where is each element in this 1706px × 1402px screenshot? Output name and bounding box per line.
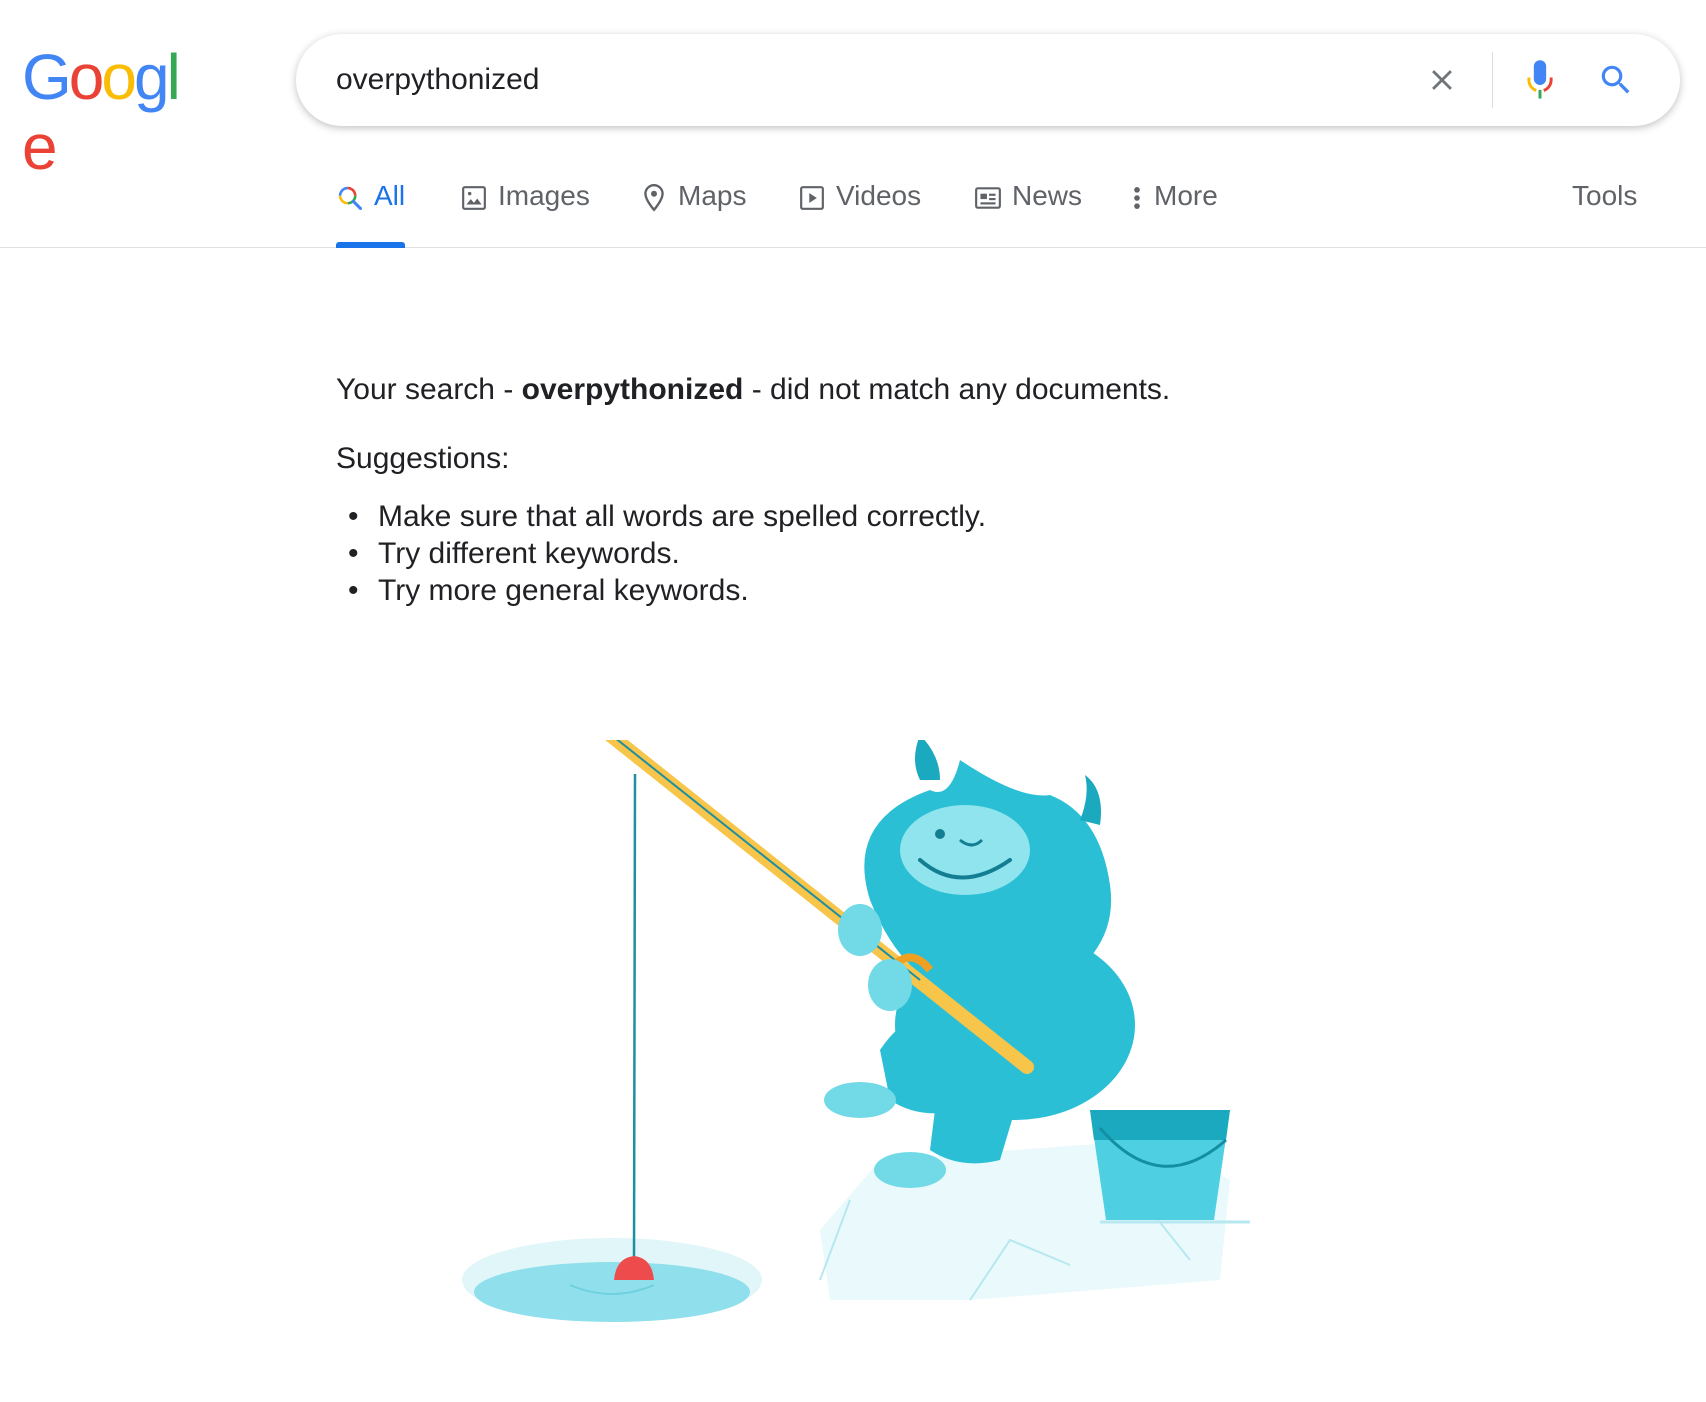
magnifier-icon xyxy=(1601,65,1630,94)
close-icon xyxy=(1432,70,1452,90)
tab-videos[interactable]: Videos xyxy=(798,180,921,248)
play-icon xyxy=(798,182,826,214)
newspaper-icon xyxy=(974,182,1002,214)
logo-letter: o xyxy=(68,41,105,113)
tab-label: Videos xyxy=(836,180,922,211)
tools-button[interactable]: Tools xyxy=(1572,180,1637,212)
tab-images[interactable]: Images xyxy=(460,180,590,248)
no-results-query: overpythonized xyxy=(521,373,744,406)
tab-label: More xyxy=(1154,180,1218,211)
search-box xyxy=(296,34,1680,126)
tab-all[interactable]: All xyxy=(336,180,406,248)
logo-letter: o xyxy=(101,41,137,113)
clear-search-button[interactable] xyxy=(1414,52,1470,108)
map-pin-icon xyxy=(640,182,668,214)
fishing-yeti-illustration xyxy=(462,740,1250,1322)
image-icon xyxy=(460,182,488,214)
tab-label: Images xyxy=(498,180,590,211)
tab-maps[interactable]: Maps xyxy=(640,180,746,248)
no-results-message: Your search - overpythonized - did not m… xyxy=(336,370,1436,409)
suggestions-list: Make sure that all words are spelled cor… xyxy=(336,498,1436,609)
search-submit-button[interactable] xyxy=(1588,52,1644,108)
tab-label: All xyxy=(374,180,406,211)
search-divider xyxy=(1492,52,1493,108)
search-input[interactable] xyxy=(336,34,1376,126)
no-results-panel: Your search - overpythonized - did not m… xyxy=(336,370,1436,609)
search-tabs: All Images Maps Videos News More Tools xyxy=(0,160,1706,248)
tab-news[interactable]: News xyxy=(974,180,1082,248)
yeti-face xyxy=(900,805,1030,895)
suggestion-item: Try more general keywords. xyxy=(336,572,1436,609)
logo-letter: g xyxy=(133,41,170,113)
suggestion-item: Make sure that all words are spelled cor… xyxy=(336,498,1436,535)
no-results-prefix: Your search - xyxy=(336,373,522,406)
fishing-line xyxy=(632,773,637,1261)
suggestion-item: Try different keywords. xyxy=(336,535,1436,572)
microphone-icon xyxy=(1527,60,1553,99)
dots-vertical-icon xyxy=(1130,182,1144,214)
search-icon xyxy=(336,182,364,214)
no-results-suffix: - did not match any documents. xyxy=(743,373,1171,406)
logo-letter: G xyxy=(22,41,72,113)
ice-hole-water xyxy=(474,1262,750,1322)
suggestions-title: Suggestions: xyxy=(336,442,510,475)
voice-search-button[interactable] xyxy=(1512,52,1568,108)
tab-label: News xyxy=(1012,180,1083,211)
tab-label: Maps xyxy=(678,180,747,211)
logo-letter: l xyxy=(166,41,181,113)
tab-more[interactable]: More xyxy=(1130,180,1218,248)
google-logo[interactable]: Google xyxy=(22,41,198,182)
